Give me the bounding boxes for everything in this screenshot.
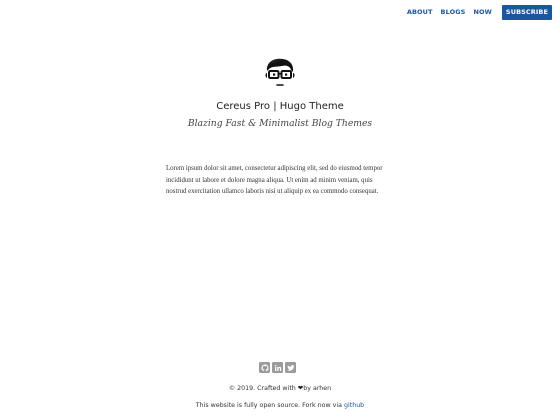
linkedin-icon[interactable]	[272, 362, 283, 373]
nav-now-link[interactable]: NOW	[473, 5, 491, 20]
avatar	[262, 56, 298, 92]
nav-about-link[interactable]: ABOUT	[407, 5, 433, 20]
github-icon[interactable]	[259, 362, 270, 373]
nav-blogs-link[interactable]: BLOGS	[441, 5, 466, 20]
github-link[interactable]: github	[344, 402, 364, 409]
site-tagline: Blazing Fast & Minimalist Blog Themes	[187, 118, 373, 129]
site-title: Cereus Pro | Hugo Theme	[216, 101, 344, 112]
open-source-line: This website is fully open source. Fork …	[0, 402, 560, 409]
subscribe-button[interactable]: SUBSCRIBE	[501, 5, 552, 20]
nerd-avatar-icon	[265, 58, 295, 86]
twitter-icon[interactable]	[285, 362, 296, 373]
copyright-line: © 2019. Crafted with ❤by arhen	[0, 384, 560, 392]
copyright-suffix: by arhen	[303, 385, 332, 392]
copyright-prefix: © 2019. Crafted with	[228, 385, 298, 392]
intro-paragraph: Lorem ipsum dolor sit amet, consectetur …	[166, 164, 383, 196]
social-links	[259, 362, 296, 373]
open-source-text: This website is fully open source. Fork …	[195, 402, 344, 409]
top-nav: ABOUT BLOGS NOW SUBSCRIBE	[399, 5, 552, 20]
